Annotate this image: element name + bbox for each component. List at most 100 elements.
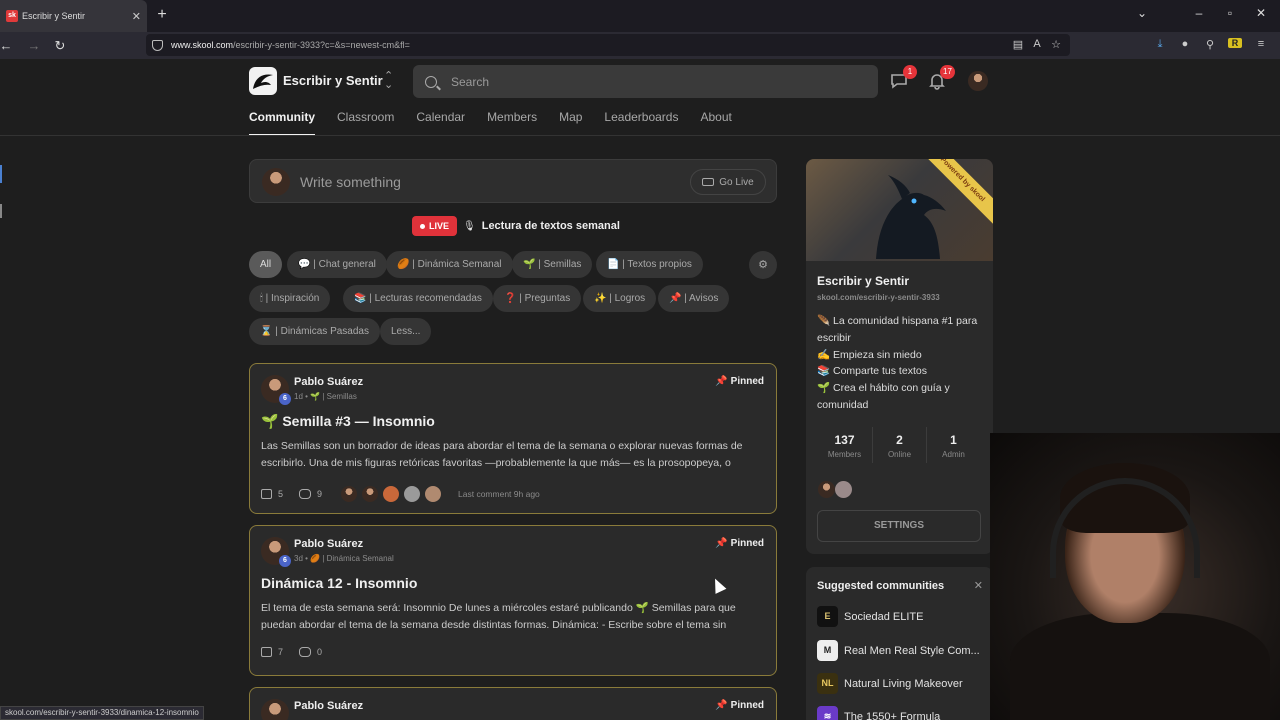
tab-members[interactable]: Members <box>487 110 537 136</box>
tab-list-icon[interactable]: ⌄ <box>1134 6 1150 20</box>
community-icon: E <box>817 606 838 627</box>
like-icon[interactable] <box>261 647 272 657</box>
translate-icon[interactable]: A <box>1030 38 1044 50</box>
post-card[interactable]: Pablo Suárez 📌 Pinned <box>249 687 777 720</box>
filter-avisos[interactable]: 📌 | Avisos <box>658 285 730 312</box>
community-tabs: Community Classroom Calendar Members Map… <box>249 110 754 136</box>
community-icon: NL <box>817 673 838 694</box>
post-author[interactable]: Pablo Suárez <box>294 700 363 712</box>
menu-icon[interactable]: ≡ <box>1254 38 1268 50</box>
bookmark-star-icon[interactable]: ☆ <box>1049 38 1063 51</box>
filter-less[interactable]: Less... <box>380 318 432 345</box>
group-logo[interactable] <box>249 67 277 95</box>
reload-icon[interactable]: ↻ <box>50 38 70 54</box>
go-live-button[interactable]: Go Live <box>690 169 766 195</box>
like-icon[interactable] <box>261 489 272 499</box>
online-member-avatar[interactable] <box>835 481 852 498</box>
tab-classroom[interactable]: Classroom <box>337 110 394 136</box>
close-icon[interactable]: ✕ <box>974 579 983 592</box>
post-composer[interactable]: Write something Go Live <box>249 159 777 203</box>
tab-map[interactable]: Map <box>559 110 582 136</box>
filter-chat-general[interactable]: 💬 | Chat general <box>287 251 387 278</box>
live-badge: LIVE <box>412 216 458 236</box>
extensions-icon[interactable]: ⚲ <box>1203 38 1217 51</box>
online-stat[interactable]: 2 Online <box>872 433 927 459</box>
composer-placeholder: Write something <box>300 174 401 190</box>
search-icon <box>425 75 437 88</box>
close-tab-icon[interactable]: ✕ <box>132 10 141 23</box>
post-title[interactable]: Dinámica 12 - Insomnio <box>261 575 417 591</box>
post-stats: 7 0 <box>261 647 322 657</box>
suggested-item[interactable]: NL Natural Living Makeover <box>817 673 963 694</box>
user-avatar[interactable] <box>968 71 988 91</box>
tab-about[interactable]: About <box>700 110 731 136</box>
admin-stat[interactable]: 1 Admin <box>926 433 981 459</box>
comment-icon[interactable] <box>299 489 312 499</box>
favicon-icon: sk <box>6 10 18 22</box>
browser-tab[interactable]: sk Escribir y Sentir ✕ <box>0 0 147 32</box>
filter-settings-icon[interactable]: ⚙ <box>749 251 777 279</box>
desc-line: 📚 Comparte tus textos <box>817 365 927 378</box>
webcam-person-body <box>1010 613 1270 720</box>
microphone-icon: 🎙 <box>463 220 476 232</box>
filter-dinamicas-pasadas[interactable]: ⌛ | Dinámicas Pasadas <box>249 318 380 345</box>
notifications-button[interactable]: 17 <box>928 65 955 90</box>
members-stat[interactable]: 137 Members <box>817 433 872 459</box>
close-window-icon[interactable]: ✕ <box>1253 6 1269 20</box>
author-avatar[interactable] <box>261 699 289 720</box>
forward-icon[interactable]: → <box>24 38 44 53</box>
post-meta: 1d • 🌱 | Semillas <box>294 392 357 401</box>
settings-button[interactable]: SETTINGS <box>817 510 981 542</box>
chat-button[interactable]: 1 <box>890 65 917 90</box>
filter-dinamica-semanal[interactable]: 🏉 | Dinámica Semanal <box>386 251 513 278</box>
chat-badge: 1 <box>903 65 917 79</box>
comment-icon[interactable] <box>299 647 312 657</box>
community-url[interactable]: skool.com/escribir-y-sentir-3933 <box>817 293 940 302</box>
extension-r-icon[interactable]: R <box>1228 38 1242 48</box>
commenter-avatar <box>340 485 359 503</box>
reader-view-icon[interactable]: ▤ <box>1011 38 1025 51</box>
tab-calendar[interactable]: Calendar <box>416 110 465 136</box>
filter-semillas[interactable]: 🌱 | Semillas <box>512 251 593 278</box>
search-input[interactable]: Search <box>413 65 878 98</box>
live-dot-icon <box>420 223 425 229</box>
commenter-avatar <box>382 485 401 503</box>
group-name[interactable]: Escribir y Sentir <box>283 73 383 88</box>
suggested-item[interactable]: ≋ The 1550+ Formula <box>817 706 940 720</box>
filter-inspiracion[interactable]: 🕯 | Inspiración <box>249 285 331 312</box>
camera-icon <box>702 178 715 186</box>
online-member-avatar[interactable] <box>818 481 835 498</box>
commenter-avatar <box>424 485 443 503</box>
tab-title: Escribir y Sentir <box>22 11 86 21</box>
tab-community[interactable]: Community <box>249 110 315 136</box>
desc-line: 🪶 La comunidad hispana #1 para escribir <box>817 315 978 344</box>
filter-lecturas[interactable]: 📚 | Lecturas recomendadas <box>343 285 493 312</box>
post-card[interactable]: 6 Pablo Suárez 3d • 🏉 | Dinámica Semanal… <box>249 525 777 676</box>
maximize-icon[interactable]: ▫ <box>1222 6 1238 20</box>
back-icon[interactable]: ← <box>0 38 16 53</box>
new-tab-icon[interactable]: + <box>154 6 170 26</box>
filter-all[interactable]: All <box>249 251 283 278</box>
tab-leaderboards[interactable]: Leaderboards <box>604 110 678 136</box>
live-event-row[interactable]: LIVE 🎙 Lectura de textos semanal <box>412 216 620 236</box>
suggested-item[interactable]: M Real Men Real Style Com... <box>817 640 980 661</box>
url-domain: www.skool.com <box>171 40 234 50</box>
switch-group-icon[interactable]: ⌃ ⌄ <box>384 71 393 91</box>
extension-clock-icon[interactable]: ● <box>1178 38 1192 50</box>
filter-preguntas[interactable]: ❓ | Preguntas <box>493 285 582 312</box>
composer-avatar <box>262 168 290 196</box>
url-bar[interactable]: www.skool.com /escribir-y-sentir-3933?c=… <box>146 34 1070 56</box>
post-title[interactable]: 🌱 Semilla #3 — Insomnio <box>261 413 435 430</box>
comment-count: 0 <box>317 647 323 657</box>
desc-line: ✍️ Empieza sin miedo <box>817 348 922 361</box>
community-name: Sociedad ELITE <box>844 610 924 623</box>
post-card[interactable]: 6 Pablo Suárez 1d • 🌱 | Semillas 📌 Pinne… <box>249 363 777 514</box>
download-icon[interactable]: ⤓ <box>1153 38 1167 51</box>
post-author[interactable]: Pablo Suárez <box>294 376 363 388</box>
suggested-item[interactable]: E Sociedad ELITE <box>817 606 924 627</box>
post-author[interactable]: Pablo Suárez <box>294 538 363 550</box>
filter-logros[interactable]: ✨ | Logros <box>583 285 657 312</box>
minimize-icon[interactable]: – <box>1191 6 1207 20</box>
post-body: Las Semillas son un borrador de ideas pa… <box>261 440 743 469</box>
filter-textos-propios[interactable]: 📄 | Textos propios <box>596 251 703 278</box>
